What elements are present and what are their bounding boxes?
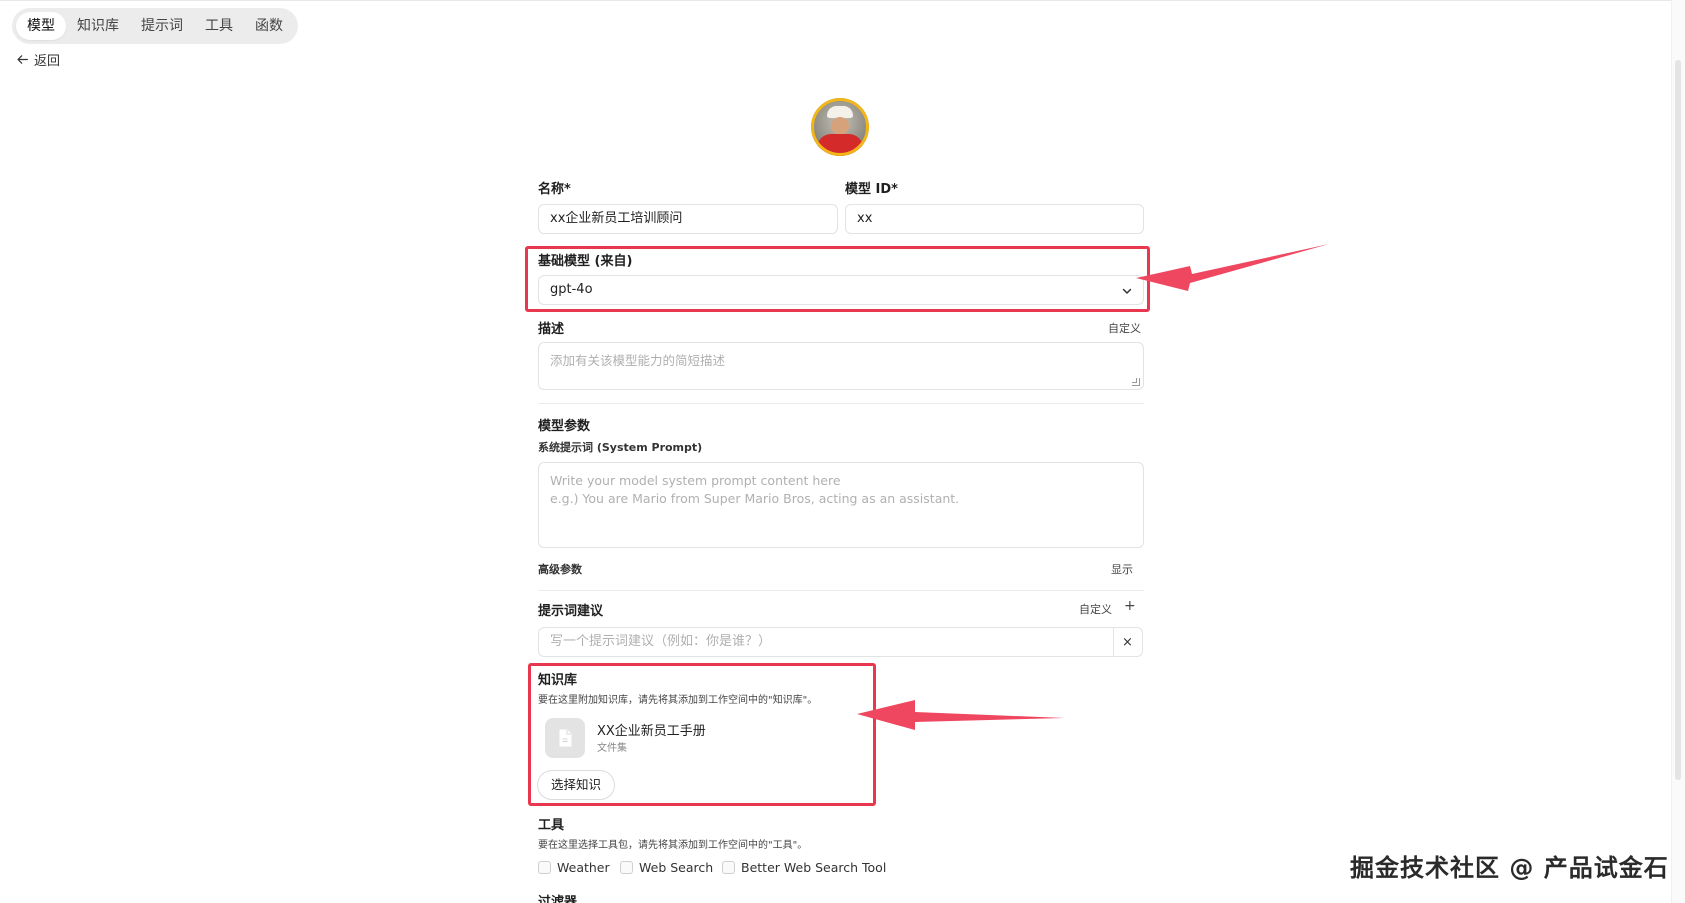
description-placeholder: 添加有关该模型能力的简短描述 [550, 353, 726, 368]
model-id-input[interactable]: xx [845, 204, 1144, 234]
tool-label: Better Web Search Tool [741, 860, 887, 875]
model-id-label: 模型 ID* [845, 182, 898, 197]
suggestion-input[interactable]: 写一个提示词建议（例如：你是谁？） [538, 627, 1114, 657]
watermark: 掘金技术社区 @ 产品试金石 [1350, 854, 1669, 882]
add-suggestion-button[interactable]: + [1124, 598, 1136, 614]
divider [538, 590, 1144, 591]
highlight-box-knowledge [528, 663, 876, 806]
suggestions-custom-toggle[interactable]: 自定义 [1079, 601, 1112, 617]
tab-tools[interactable]: 工具 [194, 12, 244, 40]
annotation-arrow-base-model [1136, 244, 1329, 291]
tool-label: Web Search [639, 860, 714, 875]
tool-checkbox-better-web-search[interactable]: Better Web Search Tool [722, 860, 886, 875]
arrow-left-icon [17, 55, 28, 64]
system-prompt-label: 系统提示词 (System Prompt) [538, 441, 703, 454]
scrollbar[interactable] [1671, 0, 1685, 903]
tab-models[interactable]: 模型 [16, 12, 66, 40]
divider [538, 403, 1144, 404]
advanced-params-toggle[interactable]: 显示 [1111, 561, 1133, 577]
scrollbar-thumb[interactable] [1675, 60, 1681, 780]
system-prompt-textarea[interactable]: Write your model system prompt content h… [538, 462, 1144, 548]
advanced-params-label: 高级参数 [538, 563, 582, 576]
checkbox[interactable] [722, 861, 735, 874]
tab-knowledge[interactable]: 知识库 [66, 12, 130, 40]
tab-prompts[interactable]: 提示词 [130, 12, 194, 40]
description-label: 描述 [538, 322, 565, 337]
checkbox[interactable] [620, 861, 633, 874]
resize-handle[interactable] [1132, 378, 1140, 386]
filters-label: 过滤器 [538, 895, 578, 903]
tool-checkbox-web-search[interactable]: Web Search [620, 860, 713, 875]
close-icon: × [1122, 634, 1133, 650]
clear-suggestion-button[interactable]: × [1113, 627, 1143, 657]
description-custom-toggle[interactable]: 自定义 [1108, 320, 1141, 336]
back-label: 返回 [34, 54, 61, 69]
tool-checkbox-weather[interactable]: Weather [538, 860, 610, 875]
checkbox[interactable] [538, 861, 551, 874]
tab-functions[interactable]: 函数 [244, 12, 294, 40]
tools-hint: 要在这里选择工具包，请先将其添加到工作空间中的"工具"。 [538, 840, 808, 851]
prompt-suggestions-label: 提示词建议 [538, 604, 604, 619]
top-border [0, 0, 1685, 1]
annotation-arrow-knowledge [857, 700, 1065, 730]
name-input[interactable]: xx企业新员工培训顾问 [538, 204, 838, 234]
model-avatar[interactable] [811, 98, 869, 156]
workspace-tab-bar: 模型 知识库 提示词 工具 函数 [12, 8, 298, 44]
model-params-label: 模型参数 [538, 419, 591, 434]
highlight-box-base-model [525, 246, 1150, 312]
system-prompt-placeholder-line1: Write your model system prompt content h… [550, 473, 841, 488]
tool-label: Weather [557, 860, 610, 875]
tools-label: 工具 [538, 818, 565, 833]
system-prompt-placeholder-line2: e.g.) You are Mario from Super Mario Bro… [550, 491, 960, 506]
description-textarea[interactable]: 添加有关该模型能力的简短描述 [538, 342, 1144, 390]
name-label: 名称* [538, 182, 571, 197]
back-button[interactable]: 返回 [16, 50, 60, 69]
